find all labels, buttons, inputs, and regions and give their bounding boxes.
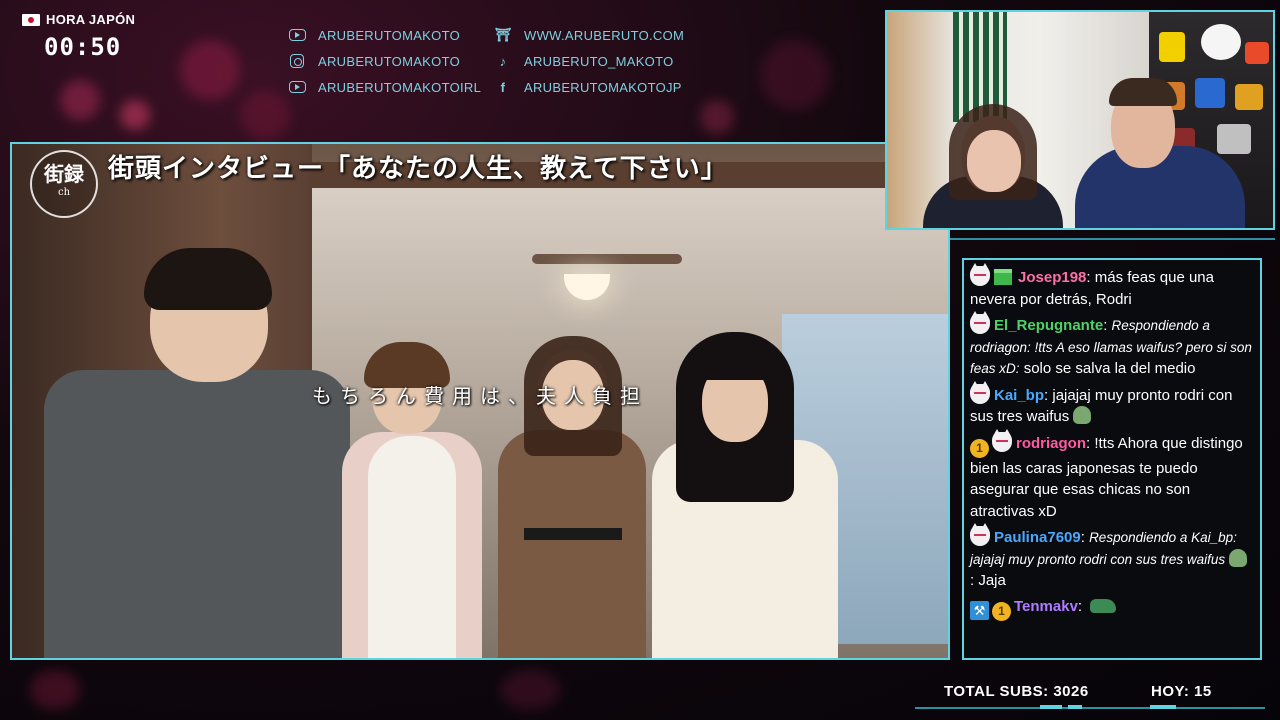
social-youtube-irl[interactable]: ARUBERUTOMAKOTOIRL xyxy=(288,78,494,96)
kitsune-badge-icon xyxy=(970,523,990,546)
total-subs-counter: TOTAL SUBS: 3026 xyxy=(944,683,1089,700)
footer-dash xyxy=(1150,705,1176,709)
social-handle: ARUBERUTOMAKOTO xyxy=(318,27,460,43)
divider-line xyxy=(950,238,1275,240)
tiktok-icon: ♪ xyxy=(499,53,507,69)
ceiling-fan xyxy=(532,254,682,264)
chat-text: Jaja xyxy=(978,572,1006,589)
chat-colon: : xyxy=(1103,317,1112,334)
kitsune-badge-icon xyxy=(992,428,1012,452)
torii-gate-icon: ⛩ xyxy=(494,27,512,42)
hammer-badge-icon: ⚒ xyxy=(970,600,989,620)
chat-panel[interactable]: Josep198: más feas que una nevera por de… xyxy=(962,258,1262,660)
chat-username[interactable]: El_Repugnante xyxy=(994,317,1103,334)
chat-text: !tts Ahora que distingo bien las caras j… xyxy=(970,434,1243,520)
coin-badge-icon: 1 xyxy=(992,601,1011,621)
crocodile-emote-icon xyxy=(1090,598,1117,613)
chat-message: Josep198: más feas que una nevera por de… xyxy=(970,263,1252,310)
footer-line xyxy=(915,707,1265,709)
webcam-woman-face-inner xyxy=(967,130,1021,192)
clock-time: 00:50 xyxy=(44,33,122,61)
kitsune-badge-icon xyxy=(970,311,990,334)
chat-colon: : xyxy=(1086,269,1095,286)
social-handle: WWW.ARUBERUTO.COM xyxy=(524,27,685,43)
clock-label: HORA JAPÓN xyxy=(46,12,136,27)
coin-badge-icon: 1 xyxy=(970,438,989,458)
kitsune-badge-icon xyxy=(970,263,990,286)
social-links: ARUBERUTOMAKOTO ⛩ WWW.ARUBERUTO.COM ARUB… xyxy=(288,26,694,96)
webcam-frame[interactable] xyxy=(885,10,1275,230)
social-handle: ARUBERUTOMAKOTOIRL xyxy=(318,79,482,95)
chat-message: Kai_bp: jajajaj muy pronto rodri con sus… xyxy=(970,380,1252,428)
chat-message: ⚒ 1 Tenmakv: xyxy=(970,596,1252,621)
video-subtitle: もちろん費用は、夫人負担 xyxy=(312,384,648,408)
social-facebook[interactable]: f ARUBERUTOMAKOTOJP xyxy=(494,78,694,96)
footer-dash xyxy=(1068,705,1082,709)
social-youtube-main[interactable]: ARUBERUTOMAKOTO xyxy=(288,26,494,44)
social-tiktok[interactable]: ♪ ARUBERUTO_MAKOTO xyxy=(494,52,694,70)
kitsune-badge-icon xyxy=(970,380,990,404)
chat-message: 1 rodriagon: !tts Ahora que distingo bien… xyxy=(970,428,1252,523)
channel-logo-sub: ch xyxy=(57,187,71,198)
gift-badge-icon xyxy=(994,269,1012,285)
footer-dash xyxy=(1040,705,1062,709)
video-title: 街頭インタビュー「あなたの人生、教えて下さい」 xyxy=(108,154,728,184)
channel-logo: 街録 ch xyxy=(30,150,98,218)
chat-colon: : xyxy=(1077,597,1087,615)
chat-username[interactable]: Paulina7609 xyxy=(994,529,1081,546)
chat-username[interactable]: Kai_bp xyxy=(994,387,1044,404)
japan-flag-icon xyxy=(22,13,40,26)
chat-username[interactable]: Josep198 xyxy=(1018,269,1086,286)
social-handle: ARUBERUTO_MAKOTO xyxy=(524,53,674,69)
chat-message: Paulina7609: Respondiendo a Kai_bp: jaja… xyxy=(970,523,1252,592)
chat-colon: : xyxy=(1080,529,1090,546)
social-website[interactable]: ⛩ WWW.ARUBERUTO.COM xyxy=(494,26,694,44)
social-instagram[interactable]: ARUBERUTOMAKOTO xyxy=(288,52,494,70)
today-subs-counter: HOY: 15 xyxy=(1151,683,1212,700)
instagram-icon xyxy=(288,54,306,68)
channel-logo-main: 街録 xyxy=(44,162,84,186)
main-video-frame[interactable]: 街録 ch 街頭インタビュー「あなたの人生、教えて下さい」 もちろん費用は、夫人… xyxy=(10,142,950,660)
turtle-emote-icon xyxy=(1229,548,1248,567)
social-handle: ARUBERUTOMAKOTOJP xyxy=(524,79,682,95)
youtube-icon xyxy=(288,28,306,42)
clock-label-row: HORA JAPÓN xyxy=(22,12,162,27)
turtle-emote-icon xyxy=(1073,406,1092,424)
chat-username[interactable]: rodriagon xyxy=(1016,435,1086,452)
webcam-man-hair xyxy=(1109,78,1177,106)
youtube-icon xyxy=(288,80,306,94)
japan-clock: HORA JAPÓN 00:50 xyxy=(22,12,162,61)
chat-message: El_Repugnante: Respondiendo a rodriagon:… xyxy=(970,311,1252,380)
social-handle: ARUBERUTOMAKOTO xyxy=(318,53,460,69)
chat-username[interactable]: Tenmakv xyxy=(1014,598,1078,615)
facebook-icon: f xyxy=(500,79,506,95)
chat-text: solo se salva la del medio xyxy=(1023,360,1196,377)
